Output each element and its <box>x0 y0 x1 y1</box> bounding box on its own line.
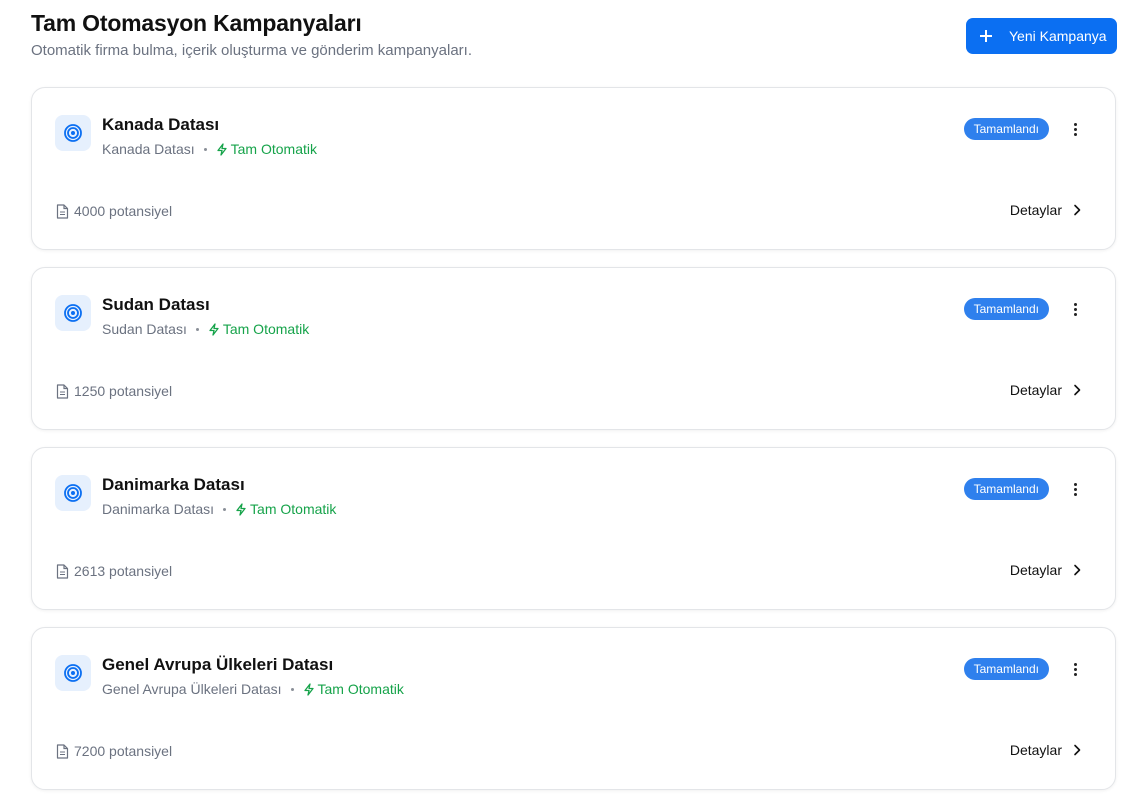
page: Tam Otomasyon Kampanyaları Otomatik firm… <box>0 0 1140 800</box>
lightning-icon <box>236 502 246 516</box>
potential-count-label: 7200 potansiyel <box>74 743 173 759</box>
campaign-source: Kanada Datası <box>102 141 195 157</box>
campaign-card: Sudan Datası Sudan Datası Tam Otomatik T… <box>31 267 1116 430</box>
campaign-card: Kanada Datası Kanada Datası Tam Otomatik… <box>31 87 1116 250</box>
page-header: Tam Otomasyon Kampanyaları Otomatik firm… <box>31 10 1117 70</box>
details-label: Detaylar <box>1009 742 1062 758</box>
potential-count: 4000 potansiyel <box>56 203 172 219</box>
status-badge: Tamamlandı <box>963 658 1049 680</box>
campaign-mode-label: Tam Otomatik <box>317 681 404 697</box>
campaign-source: Sudan Datası <box>102 321 187 337</box>
details-link[interactable]: Detaylar <box>1010 202 1081 218</box>
details-link[interactable]: Detaylar <box>1010 562 1081 578</box>
campaign-card: Genel Avrupa Ülkeleri Datası Genel Avrup… <box>31 627 1116 790</box>
campaign-source: Danimarka Datası <box>102 501 215 517</box>
campaign-meta: Danimarka Datası Tam Otomatik <box>102 501 336 517</box>
campaign-mode: Tam Otomatik <box>208 321 309 337</box>
campaign-title: Danimarka Datası <box>102 475 245 494</box>
campaign-meta: Kanada Datası Tam Otomatik <box>102 141 317 157</box>
separator-dot <box>223 507 227 511</box>
potential-count: 1250 potansiyel <box>56 383 172 399</box>
campaign-mode: Tam Otomatik <box>235 501 336 517</box>
new-campaign-label: Yeni Kampanya <box>1009 28 1107 44</box>
page-title: Tam Otomasyon Kampanyaları <box>31 10 362 36</box>
chevron-right-icon <box>1074 204 1081 216</box>
campaign-meta: Genel Avrupa Ülkeleri Datası Tam Otomati… <box>102 681 404 697</box>
target-icon <box>55 295 91 331</box>
more-vertical-icon[interactable] <box>1066 119 1084 139</box>
details-link[interactable]: Detaylar <box>1010 742 1081 758</box>
campaign-list: Kanada Datası Kanada Datası Tam Otomatik… <box>31 87 1116 800</box>
potential-count-label: 1250 potansiyel <box>74 383 173 399</box>
document-icon <box>56 743 69 759</box>
separator-dot <box>195 327 199 331</box>
more-vertical-icon[interactable] <box>1066 299 1084 319</box>
campaign-mode-label: Tam Otomatik <box>222 321 310 337</box>
new-campaign-button[interactable]: Yeni Kampanya <box>966 18 1117 54</box>
lightning-icon <box>216 142 227 156</box>
details-label: Detaylar <box>1009 202 1062 218</box>
status-badge: Tamamlandı <box>963 478 1049 500</box>
campaign-card: Danimarka Datası Danimarka Datası Tam Ot… <box>31 447 1116 610</box>
campaign-meta: Sudan Datası Tam Otomatik <box>102 321 309 337</box>
potential-count: 2613 potansiyel <box>56 563 172 579</box>
campaign-title: Sudan Datası <box>102 295 210 314</box>
chevron-right-icon <box>1074 384 1081 396</box>
campaign-mode: Tam Otomatik <box>303 681 404 697</box>
more-vertical-icon[interactable] <box>1066 659 1084 679</box>
chevron-right-icon <box>1074 564 1081 576</box>
campaign-mode-label: Tam Otomatik <box>250 501 337 517</box>
details-label: Detaylar <box>1009 382 1062 398</box>
more-vertical-icon[interactable] <box>1066 479 1084 499</box>
status-badge: Tamamlandı <box>963 118 1049 140</box>
status-badge: Tamamlandı <box>963 298 1049 320</box>
separator-dot <box>290 687 294 691</box>
potential-count: 7200 potansiyel <box>56 743 172 759</box>
campaign-mode: Tam Otomatik <box>216 141 317 157</box>
campaign-mode-label: Tam Otomatik <box>230 141 317 157</box>
target-icon <box>55 115 91 151</box>
lightning-icon <box>209 322 219 336</box>
plus-icon <box>980 30 992 42</box>
page-subtitle: Otomatik firma bulma, içerik oluşturma v… <box>31 42 472 59</box>
target-icon <box>55 475 91 511</box>
lightning-icon <box>303 682 314 696</box>
document-icon <box>56 383 69 399</box>
separator-dot <box>203 147 207 151</box>
potential-count-label: 2613 potansiyel <box>74 563 173 579</box>
details-link[interactable]: Detaylar <box>1010 382 1081 398</box>
document-icon <box>56 563 69 579</box>
document-icon <box>56 203 69 219</box>
campaign-title: Kanada Datası <box>102 115 220 134</box>
target-icon <box>55 655 91 691</box>
chevron-right-icon <box>1074 744 1081 756</box>
campaign-title: Genel Avrupa Ülkeleri Datası <box>102 655 334 674</box>
potential-count-label: 4000 potansiyel <box>74 203 173 219</box>
campaign-source: Genel Avrupa Ülkeleri Datası <box>102 681 282 697</box>
details-label: Detaylar <box>1009 562 1062 578</box>
